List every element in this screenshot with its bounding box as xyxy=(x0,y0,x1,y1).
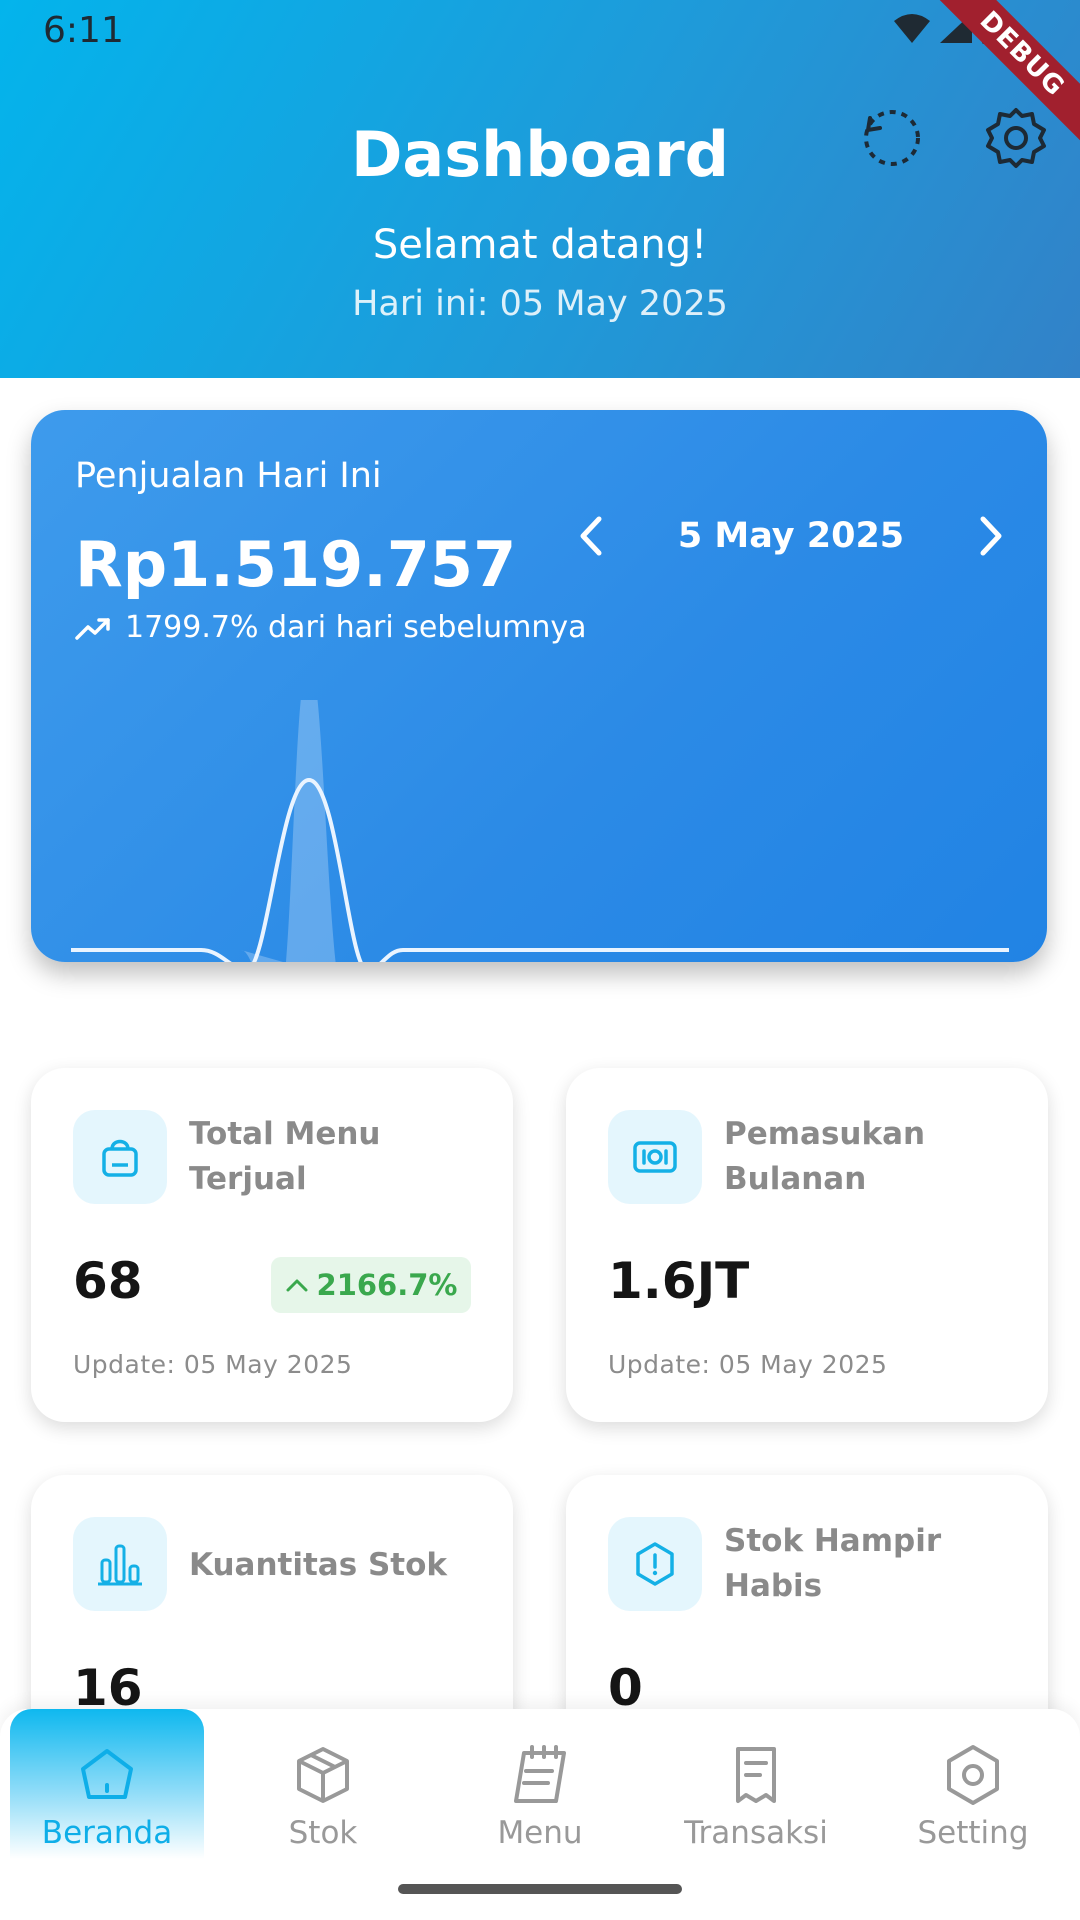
settings-hexagon-icon xyxy=(947,1745,999,1805)
stat-icon-box xyxy=(608,1110,702,1204)
today-date: Hari ini: 05 May 2025 xyxy=(352,284,728,324)
refresh-icon[interactable] xyxy=(858,104,926,172)
home-indicator[interactable] xyxy=(398,1884,682,1894)
stat-update: Update: 05 May 2025 xyxy=(73,1350,353,1379)
stat-icon-box xyxy=(73,1110,167,1204)
selected-date: 5 May 2025 xyxy=(677,516,905,556)
sales-sparkline xyxy=(71,700,1009,962)
receipt-icon xyxy=(736,1747,776,1803)
sales-change-text: 1799.7% dari hari sebelumnya xyxy=(125,610,587,645)
nav-label: Beranda xyxy=(41,1815,173,1851)
growth-badge-text: 2166.7% xyxy=(316,1268,458,1302)
stat-value: 1.6JT xyxy=(608,1252,750,1310)
stat-card-total-menu[interactable]: Total Menu Terjual 68 2166.7% Update: 05… xyxy=(31,1068,513,1422)
sales-label: Penjualan Hari Ini xyxy=(75,456,382,496)
money-icon xyxy=(633,1141,677,1173)
box-icon xyxy=(297,1747,349,1803)
nav-item-transaksi[interactable]: Transaksi xyxy=(659,1709,853,1859)
sales-card: Penjualan Hari Ini Rp1.519.757 1799.7% d… xyxy=(31,410,1047,962)
stat-icon-box xyxy=(608,1517,702,1611)
nav-label: Setting xyxy=(917,1815,1029,1851)
stat-value: 68 xyxy=(73,1252,143,1310)
stat-update: Update: 05 May 2025 xyxy=(608,1350,888,1379)
chevron-right-icon[interactable] xyxy=(971,511,1011,561)
stat-title: Total Menu Terjual xyxy=(189,1116,381,1197)
sales-change: 1799.7% dari hari sebelumnya xyxy=(75,610,587,645)
stat-title: Pemasukan Bulanan xyxy=(724,1116,926,1197)
bar-chart-icon xyxy=(98,1544,142,1586)
nav-label: Menu xyxy=(497,1815,583,1851)
nav-item-menu[interactable]: Menu xyxy=(443,1709,637,1859)
shopping-bag-icon xyxy=(102,1139,138,1177)
date-navigator: 5 May 2025 xyxy=(571,506,1011,566)
status-time: 6:11 xyxy=(43,10,124,51)
greeting-text: Selamat datang! xyxy=(372,222,708,268)
alert-hexagon-icon xyxy=(636,1542,674,1586)
wifi-icon xyxy=(894,14,930,43)
nav-item-stok[interactable]: Stok xyxy=(226,1709,420,1859)
trending-up-icon xyxy=(75,617,110,640)
chevron-up-icon xyxy=(286,1279,308,1292)
stat-card-pemasukan[interactable]: Pemasukan Bulanan 1.6JT Update: 05 May 2… xyxy=(566,1068,1048,1422)
nav-item-beranda[interactable]: Beranda xyxy=(10,1709,204,1859)
nav-label: Transaksi xyxy=(684,1815,828,1851)
nav-item-setting[interactable]: Setting xyxy=(876,1709,1070,1859)
stat-title: Stok Hampir Habis xyxy=(724,1523,942,1604)
chevron-left-icon[interactable] xyxy=(571,511,611,561)
stat-title: Kuantitas Stok xyxy=(189,1547,448,1583)
home-icon xyxy=(81,1749,133,1799)
stat-icon-box xyxy=(73,1517,167,1611)
notebook-icon xyxy=(514,1745,566,1803)
growth-badge: 2166.7% xyxy=(271,1257,471,1313)
gear-icon[interactable] xyxy=(982,104,1050,172)
header: 6:11 DEBUG Dashboard Selamat datang! Har… xyxy=(0,0,1080,378)
nav-label: Stok xyxy=(288,1815,358,1851)
sales-amount: Rp1.519.757 xyxy=(75,528,517,601)
